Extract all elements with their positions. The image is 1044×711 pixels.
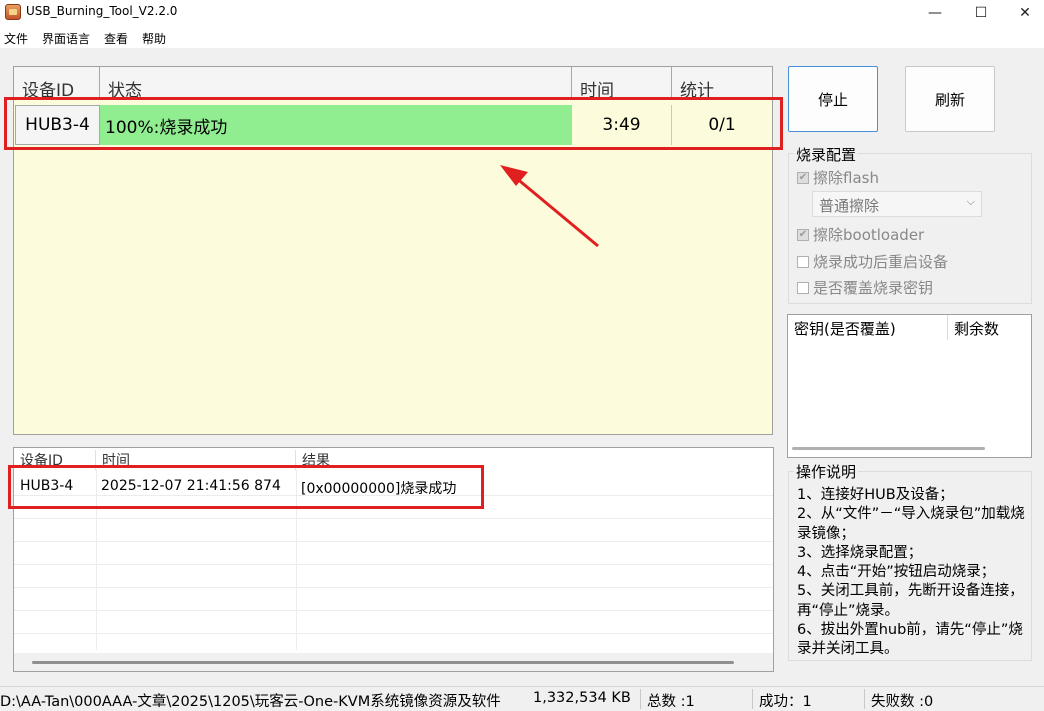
log-table-scroll-track (14, 653, 773, 671)
overwrite-key-label: 是否覆盖烧录密钥 (813, 279, 934, 297)
status-separator (640, 689, 641, 709)
reboot-after-success-checkbox[interactable]: 烧录成功后重启设备 (797, 251, 948, 272)
erase-flash-label: 擦除flash (813, 169, 879, 187)
refresh-button[interactable]: 刷新 (905, 66, 995, 132)
annotation-box-log-row (8, 465, 484, 509)
status-separator (864, 689, 865, 709)
log-table-scrollbar[interactable] (32, 661, 734, 664)
erase-mode-select[interactable]: 普通擦除 ⌵ (812, 191, 982, 217)
checkbox-empty-icon (797, 255, 809, 268)
checkbox-empty-icon (797, 281, 809, 294)
key-table-scrollbar[interactable] (792, 447, 985, 450)
instruction-line: 3、选择烧录配置； (797, 544, 923, 561)
status-total-count: 总数 :1 (647, 694, 695, 710)
row-divider (14, 541, 773, 542)
status-fail-count: 失败数 :0 (871, 694, 934, 710)
checkbox-check-icon: ✔ (797, 228, 809, 241)
instruction-line: 1、连接好HUB及设备； (797, 487, 954, 503)
instructions-title: 操作说明 (794, 461, 859, 482)
erase-bootloader-label: 擦除bootloader (813, 226, 925, 244)
col-header-remaining: 剩余数 (954, 320, 1000, 338)
row-divider (14, 564, 773, 565)
status-success-count: 成功：1 (759, 694, 812, 710)
instruction-line: 4、点击“开始”按钮启动烧录； (797, 564, 996, 581)
overwrite-key-checkbox[interactable]: 是否覆盖烧录密钥 (797, 277, 933, 298)
status-package-path: D:\AA-Tan\000AAA-文章\2025\1205\玩客云-One-KV… (0, 694, 501, 710)
instruction-line: 2、从“文件”－“导入烧录包”加载烧录镜像； (797, 506, 1025, 542)
instructions-text: 1、连接好HUB及设备； 2、从“文件”－“导入烧录包”加载烧录镜像； 3、选择… (797, 486, 1029, 660)
row-divider (14, 610, 773, 611)
row-divider (14, 587, 773, 588)
erase-flash-checkbox[interactable]: ✔ 擦除flash (797, 167, 879, 188)
chevron-down-icon: ⌵ (966, 195, 975, 208)
checkbox-check-icon: ✔ (797, 171, 809, 184)
instruction-line: 6、拔出外置hub前，请先“停止”烧录并关闭工具。 (797, 622, 1023, 658)
stop-button[interactable]: 停止 (788, 66, 878, 132)
row-divider (14, 633, 773, 634)
erase-bootloader-checkbox[interactable]: ✔ 擦除bootloader (797, 224, 924, 245)
instruction-line: 5、关闭工具前，先断开设备连接，再“停止”烧录。 (797, 583, 1024, 619)
status-package-size: 1,332,534 KB (533, 690, 631, 706)
erase-mode-value: 普通擦除 (819, 197, 880, 215)
reboot-after-success-label: 烧录成功后重启设备 (813, 253, 949, 271)
burn-config-title: 烧录配置 (794, 144, 859, 165)
key-table: 密钥(是否覆盖) 剩余数 (787, 314, 1032, 458)
row-divider (14, 518, 773, 519)
col-header-key: 密钥(是否覆盖) (788, 315, 948, 340)
status-bar: D:\AA-Tan\000AAA-文章\2025\1205\玩客云-One-KV… (0, 686, 1044, 710)
status-separator (752, 689, 753, 709)
